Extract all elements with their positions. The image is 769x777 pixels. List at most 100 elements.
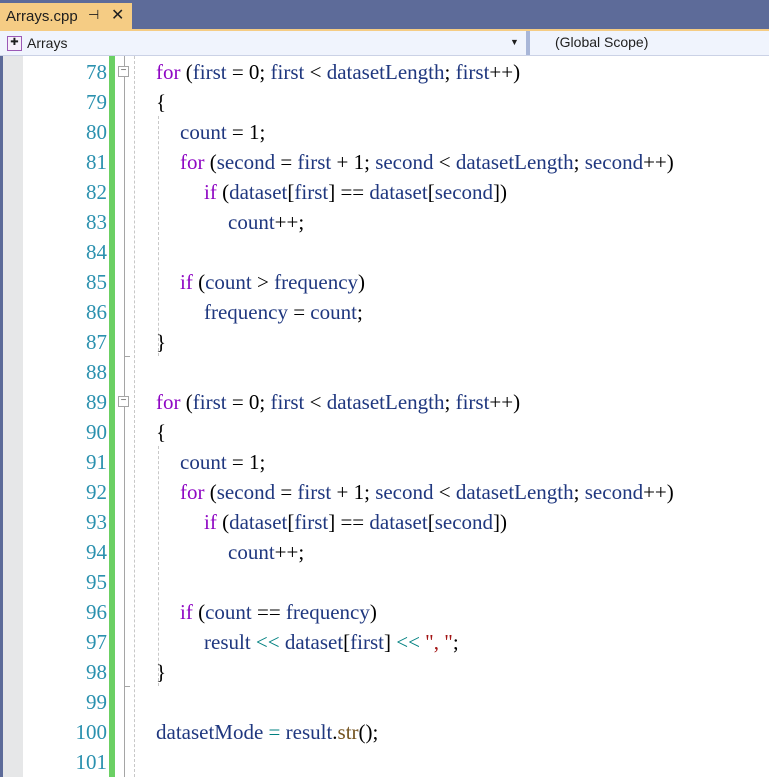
code-token: str [337,720,359,744]
code-token: first [192,390,227,414]
code-token: ; [573,150,585,174]
code-token: if [180,270,193,294]
code-token: if [204,180,217,204]
code-line: count++; [228,537,304,567]
code-token: { [156,90,167,114]
collapse-icon[interactable]: − [118,396,129,407]
code-token: second [584,480,644,504]
code-token: result [204,630,251,654]
code-token: = 1; [226,450,266,474]
code-token: ( [192,600,206,624]
code-token: < [304,390,327,414]
code-token: [ [427,510,435,534]
chevron-down-icon[interactable]: ▼ [510,37,519,47]
outline-line [124,56,125,777]
code-token: first [455,390,490,414]
code-token: frequency [204,300,288,324]
tab-arrays-cpp[interactable]: Arrays.cpp ⊣ ✕ [0,3,132,29]
code-token: ( [180,60,193,84]
code-line: for (second = first + 1; second < datase… [180,477,674,507]
code-line: { [156,87,166,117]
code-token: < [304,60,327,84]
code-token: ]) [493,180,508,204]
code-token: [ [427,180,435,204]
code-token: count [205,270,252,294]
code-line: } [156,327,166,357]
code-token: ++) [643,480,674,504]
tab-title: Arrays.cpp [6,7,78,25]
code-token: == [251,600,286,624]
navbar-divider [526,31,530,55]
pin-icon[interactable]: ⊣ [88,7,99,23]
line-number: 93 [86,510,107,534]
code-token: datasetMode [156,720,264,744]
code-token: } [156,330,167,354]
collapse-icon[interactable]: − [118,66,129,77]
code-token: ", " [425,630,453,654]
code-token: frequency [274,270,359,294]
code-token: = [287,300,311,324]
code-token: << [250,630,285,654]
line-number: 101 [75,750,108,774]
code-token: ( [180,390,193,414]
code-token: ++; [274,210,305,234]
code-token: dataset [369,510,428,534]
code-token: = 1; [226,120,266,144]
code-token: first [270,60,305,84]
code-token: ; [356,300,363,324]
code-token: count [228,540,275,564]
line-number: 96 [86,600,107,624]
code-token: (); [358,720,379,744]
line-number: 89 [86,390,107,414]
code-token: dataset [229,180,288,204]
line-number: 86 [86,300,107,324]
line-number: 84 [86,240,107,264]
line-number: 97 [86,630,107,654]
line-number: 80 [86,120,107,144]
scope-dropdown[interactable]: (Global Scope) [555,34,648,50]
code-token: ]) [493,510,508,534]
line-number: 95 [86,570,107,594]
code-line: if (dataset[first] == dataset[second]) [204,507,507,537]
line-number: 98 [86,660,107,684]
code-token: } [156,660,167,684]
code-token: ; [444,60,456,84]
line-number: 82 [86,180,107,204]
close-icon[interactable]: ✕ [111,5,124,25]
code-token: ] [383,630,391,654]
code-line: if (count == frequency) [180,597,377,627]
code-token: << [390,630,426,654]
code-token: for [180,150,205,174]
code-token: for [156,390,181,414]
code-token: ) [369,600,377,624]
code-token: datasetLength [326,60,445,84]
line-number: 79 [86,90,107,114]
navigation-bar: ✚ Arrays ▼ (Global Scope) [0,31,769,56]
code-line: datasetMode = result.str(); [156,717,378,747]
code-line: if (count > frequency) [180,267,365,297]
code-token: ( [192,270,206,294]
code-token: if [204,510,217,534]
code-token: dataset [369,180,428,204]
line-number: 90 [86,420,107,444]
code-token: count [180,450,227,474]
code-token: result [285,720,333,744]
code-token: ( [204,480,217,504]
code-token: second [216,480,276,504]
code-token: ( [204,150,217,174]
project-dropdown[interactable]: ✚ Arrays [0,31,526,55]
line-number: 99 [86,690,107,714]
code-token: first [297,150,332,174]
code-token: first [294,510,329,534]
code-token: ( [216,180,230,204]
line-number: 81 [86,150,107,174]
code-token: first [350,630,384,654]
code-line: } [156,657,166,687]
code-line: for (first = 0; first < datasetLength; f… [156,387,520,417]
code-line: count = 1; [180,117,265,147]
code-token: second [434,180,494,204]
line-number: 87 [86,330,107,354]
code-token: ] == [328,180,370,204]
code-token: frequency [285,600,370,624]
code-token: ++) [489,60,521,84]
